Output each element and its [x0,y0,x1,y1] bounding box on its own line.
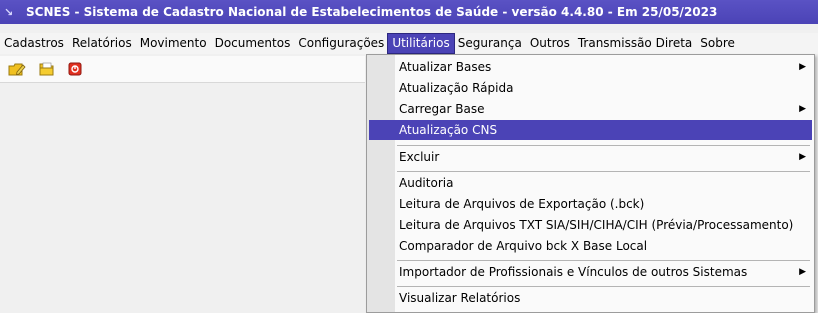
menu-label: Utilitários [392,36,450,50]
menu-item-label: Importador de Profissionais e Vínculos d… [399,265,748,279]
menu-item-auditoria[interactable]: Auditoria [369,173,812,193]
menu-configuracoes[interactable]: Configurações [294,34,388,53]
menu-item-label: Leitura de Arquivos TXT SIA/SIH/CIHA/CIH… [399,218,794,232]
menu-item-label: Leitura de Arquivos de Exportação (.bck) [399,197,645,211]
stop-icon[interactable] [66,61,84,77]
menu-item-label: Atualização CNS [399,123,498,137]
menu-documentos[interactable]: Documentos [211,34,295,53]
menu-separator [397,171,810,172]
menu-item-leitura-exportacao[interactable]: Leitura de Arquivos de Exportação (.bck) [369,194,812,214]
menu-label: Outros [529,36,570,50]
menu-item-label: Comparador de Arquivo bck X Base Local [399,239,648,253]
menu-relatorios[interactable]: Relatórios [68,34,136,53]
menu-label: Sobre [700,36,735,50]
submenu-arrow-icon: ▶ [799,152,806,162]
menu-separator [397,286,810,287]
menu-separator [397,260,810,261]
utilitarios-dropdown-menu: Atualizar Bases ▶ Atualização Rápida Car… [366,54,815,313]
pencil-folder-icon[interactable] [8,61,26,77]
menu-item-atualizar-bases[interactable]: Atualizar Bases ▶ [369,57,812,77]
menu-item-label: Atualizar Bases [399,60,492,74]
menu-bar: Cadastros Relatórios Movimento Documento… [0,33,818,54]
menu-item-atualizacao-rapida[interactable]: Atualização Rápida [369,78,812,98]
submenu-arrow-icon: ▶ [799,62,806,72]
menu-item-atualizacao-cns[interactable]: Atualização CNS [369,120,812,140]
menu-label: Transmissão Direta [577,36,693,50]
menu-seguranca[interactable]: Segurança [454,34,526,53]
submenu-arrow-icon: ▶ [799,267,806,277]
menu-item-label: Carregar Base [399,102,485,116]
submenu-arrow-icon: ▶ [799,104,806,114]
menu-item-importador[interactable]: Importador de Profissionais e Vínculos d… [369,262,812,282]
menu-label: Movimento [139,36,207,50]
menu-label: Cadastros [4,36,64,50]
title-bar: ↘ SCNES - Sistema de Cadastro Nacional d… [0,0,818,24]
menu-separator [397,145,810,146]
toolbar [0,56,365,83]
menu-item-excluir[interactable]: Excluir ▶ [369,147,812,167]
menu-label: Documentos [214,36,291,50]
menu-item-visualizar-relatorios[interactable]: Visualizar Relatórios [369,288,812,308]
down-arrow-icon[interactable]: ↘ [4,6,18,19]
menu-item-label: Visualizar Relatórios [399,291,521,305]
window-title: SCNES - Sistema de Cadastro Nacional de … [26,5,718,19]
open-folder-icon[interactable] [38,61,56,77]
menu-outros[interactable]: Outros [526,34,574,53]
menu-sobre[interactable]: Sobre [696,34,739,53]
menu-utilitarios[interactable]: Utilitários [387,33,455,54]
menu-transmissao-direta[interactable]: Transmissão Direta [574,34,696,53]
menu-item-comparador[interactable]: Comparador de Arquivo bck X Base Local [369,236,812,256]
menu-item-label: Auditoria [399,176,454,190]
menu-movimento[interactable]: Movimento [136,34,211,53]
menu-item-label: Excluir [399,150,440,164]
menu-cadastros[interactable]: Cadastros [0,34,68,53]
menu-item-label: Atualização Rápida [399,81,514,95]
menu-label: Configurações [298,36,385,50]
menu-item-leitura-txt[interactable]: Leitura de Arquivos TXT SIA/SIH/CIHA/CIH… [369,215,812,235]
menu-item-carregar-base[interactable]: Carregar Base ▶ [369,99,812,119]
menu-label: Segurança [457,36,522,50]
menu-label: Relatórios [71,36,132,50]
